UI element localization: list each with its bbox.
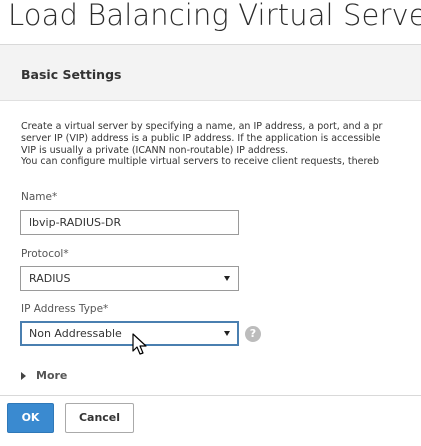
ip-address-type-label: IP Address Type* [21, 303, 109, 315]
description-text: Create a virtual server by specifying a … [21, 121, 421, 168]
protocol-select[interactable]: RADIUS [20, 266, 239, 291]
page-title: Load Balancing Virtual Server [8, 0, 421, 32]
more-label: More [36, 369, 68, 382]
cancel-button[interactable]: Cancel [65, 403, 134, 433]
basic-settings-panel: Basic Settings Create a virtual server b… [0, 44, 421, 446]
help-circle-icon[interactable]: ? [245, 326, 261, 342]
caret-down-icon [224, 276, 230, 281]
name-input[interactable]: lbvip-RADIUS-DR [20, 210, 239, 235]
caret-down-icon [224, 331, 230, 336]
name-value: lbvip-RADIUS-DR [29, 216, 122, 229]
description-line: server IP (VIP) address is a public IP a… [21, 132, 381, 144]
triangle-right-icon [21, 372, 26, 380]
description-line: Create a virtual server by specifying a … [21, 121, 383, 132]
ip-address-type-value: Non Addressable [29, 327, 122, 340]
name-label: Name* [21, 191, 58, 203]
section-header: Basic Settings [0, 45, 421, 101]
description-line: VIP is usually a private (ICANN non-rout… [21, 144, 289, 156]
ip-address-type-select[interactable]: Non Addressable [20, 321, 239, 346]
protocol-label: Protocol* [21, 248, 69, 260]
divider [0, 395, 421, 396]
mouse-pointer-icon [132, 333, 147, 355]
protocol-value: RADIUS [29, 272, 71, 285]
ok-button[interactable]: OK [7, 403, 54, 433]
description-line: You can configure multiple virtual serve… [21, 156, 380, 168]
section-title: Basic Settings [21, 67, 122, 82]
